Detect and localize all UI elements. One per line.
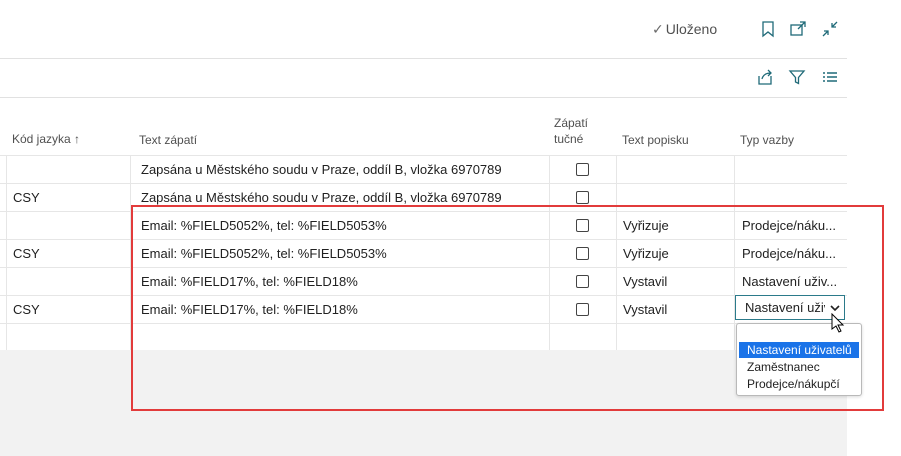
- column-header-lang-label: Kód jazyka: [12, 132, 71, 146]
- collapse-icon[interactable]: [821, 20, 839, 38]
- bookmark-icon[interactable]: [759, 20, 777, 38]
- cell-text[interactable]: Zapsána u Městského soudu v Praze, oddíl…: [141, 190, 502, 205]
- cell-lang[interactable]: CSY: [13, 190, 40, 205]
- sort-ascending-icon: ↑: [74, 132, 81, 146]
- saved-label: Uloženo: [665, 21, 718, 37]
- column-header-bold[interactable]: Zápatí tučné: [554, 115, 588, 147]
- column-header-bold-line1: Zápatí: [554, 116, 589, 130]
- cell-lang[interactable]: CSY: [13, 246, 40, 261]
- saved-status: ✓ Uloženo: [652, 21, 717, 38]
- cell-text[interactable]: Zapsána u Městského soudu v Praze, oddíl…: [141, 162, 502, 177]
- column-header-bold-line2: tučné: [554, 132, 584, 146]
- share-icon[interactable]: [756, 68, 774, 86]
- filter-icon[interactable]: [788, 68, 806, 86]
- column-divider: [6, 155, 7, 350]
- column-header-lang[interactable]: Kód jazyka ↑: [12, 131, 80, 147]
- divider: [0, 97, 847, 98]
- cell-lang[interactable]: CSY: [13, 302, 40, 317]
- divider: [0, 58, 847, 59]
- bold-checkbox[interactable]: [576, 191, 589, 204]
- top-bar: ✓ Uloženo: [0, 0, 901, 58]
- list-icon[interactable]: [821, 68, 839, 86]
- column-header-link-type[interactable]: Typ vazby: [740, 132, 794, 148]
- bold-checkbox[interactable]: [576, 163, 589, 176]
- check-icon: ✓: [652, 21, 664, 37]
- column-header-text[interactable]: Text zápatí: [139, 132, 197, 148]
- open-in-new-window-icon[interactable]: [789, 20, 807, 38]
- highlight-annotation: [131, 205, 884, 411]
- column-header-caption[interactable]: Text popisku: [622, 132, 689, 148]
- table-row[interactable]: Zapsána u Městského soudu v Praze, oddíl…: [0, 155, 847, 184]
